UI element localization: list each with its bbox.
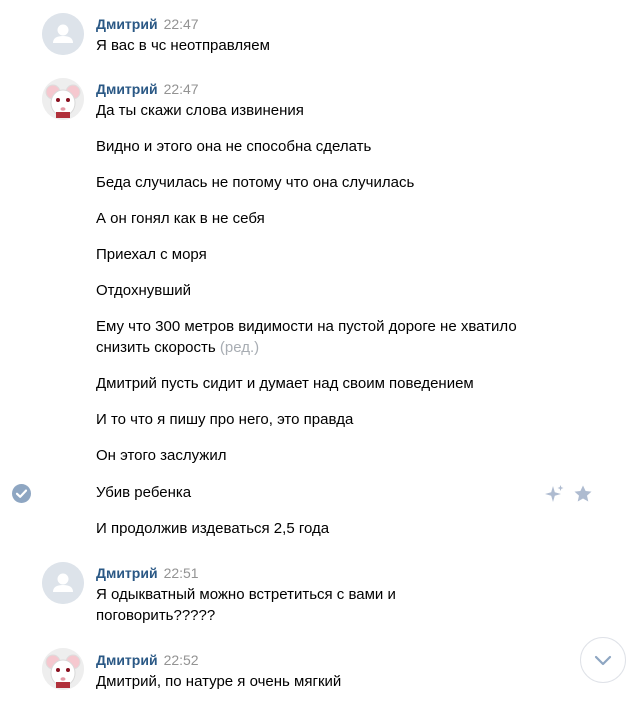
avatar[interactable] <box>42 13 84 55</box>
author-name[interactable]: Дмитрий <box>96 565 158 581</box>
avatar[interactable] <box>42 648 84 690</box>
message-text: Беда случилась не потому что она случила… <box>96 174 415 191</box>
rat-avatar-image <box>42 648 84 690</box>
star-icon[interactable] <box>573 484 593 504</box>
message-text: Видно и этого она не способна сделать <box>96 138 372 155</box>
message-text: поговорить????? <box>96 607 216 624</box>
default-user-icon <box>42 13 84 55</box>
message-text: снизить скорость (ред.) <box>96 337 546 358</box>
message-time[interactable]: 22:47 <box>164 16 199 32</box>
message-text: И продолжив издеваться 2,5 года <box>96 520 330 537</box>
chevron-down-icon <box>594 655 612 666</box>
message-text: И то что я пишу про него, это правда <box>96 411 354 428</box>
message-time[interactable]: 22:52 <box>164 652 199 668</box>
message-time[interactable]: 22:51 <box>164 565 199 581</box>
scroll-down-button[interactable] <box>580 637 626 683</box>
message-header: Дмитрий 22:51 <box>96 564 199 582</box>
message-header: Дмитрий 22:47 <box>96 15 199 33</box>
avatar[interactable] <box>42 78 84 120</box>
message-text: Да ты скажи слова извинения <box>96 102 304 119</box>
message-text: Убив ребенка <box>96 484 192 501</box>
message-text: Я одыкватный можно встретиться с вами и <box>96 586 396 603</box>
sparkle-icon[interactable] <box>543 484 565 504</box>
message-text: Дмитрий пусть сидит и думает над своим п… <box>96 375 474 392</box>
author-name[interactable]: Дмитрий <box>96 652 158 668</box>
message-time[interactable]: 22:47 <box>164 81 199 97</box>
rat-avatar-image <box>42 78 84 120</box>
check-circle-icon[interactable] <box>12 484 31 503</box>
message-text: Я вас в чс неотправляем <box>96 37 270 54</box>
message-header: Дмитрий 22:47 <box>96 80 199 98</box>
author-name[interactable]: Дмитрий <box>96 81 158 97</box>
message-text: А он гонял как в не себя <box>96 210 265 227</box>
message-text: Он этого заслужил <box>96 447 227 464</box>
message-text: Ему что 300 метров видимости на пустой д… <box>96 318 517 335</box>
default-user-icon <box>42 562 84 604</box>
author-name[interactable]: Дмитрий <box>96 16 158 32</box>
message-text: Отдохнувший <box>96 282 192 299</box>
message-text: Дмитрий, по натуре я очень мягкий <box>96 673 342 690</box>
avatar[interactable] <box>42 562 84 604</box>
message-text: Приехал с моря <box>96 246 207 263</box>
message-text-continued: снизить скорость <box>96 339 216 356</box>
edited-label[interactable]: (ред.) <box>220 339 259 356</box>
message-header: Дмитрий 22:52 <box>96 651 199 669</box>
